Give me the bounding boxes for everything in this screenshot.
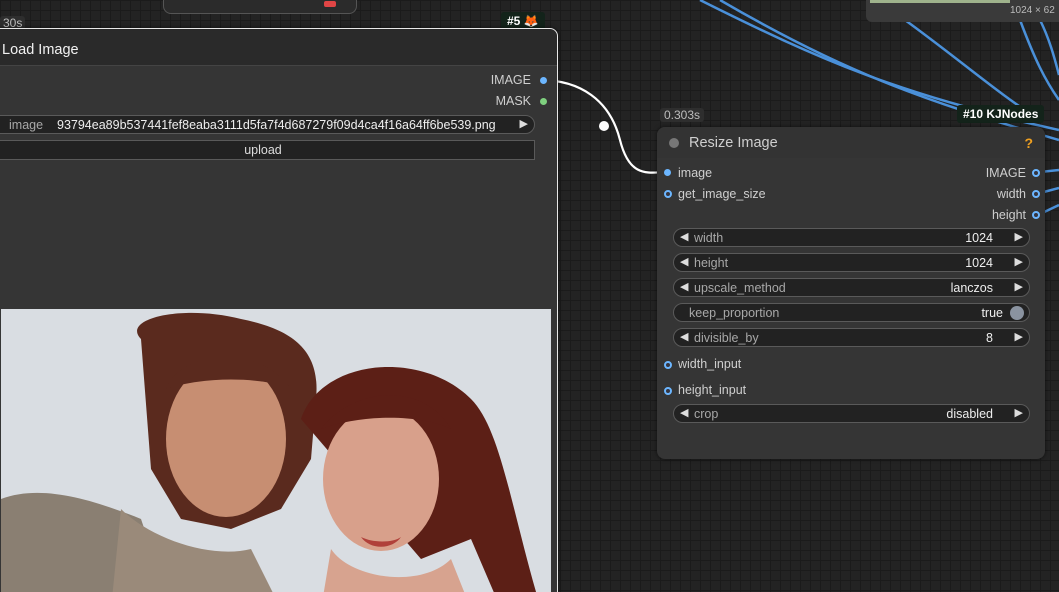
divisible-dec-arrow-icon[interactable]: ◀ (680, 330, 688, 343)
width-input-label: width_input (678, 357, 742, 371)
width-value: 1024 (965, 231, 993, 245)
crop-widget[interactable]: ◀ crop disabled ▶ (673, 404, 1030, 423)
image-widget-label: image (9, 118, 44, 132)
upscale-next-arrow-icon[interactable]: ▶ (1015, 280, 1023, 293)
graph-canvas[interactable]: 1024 × 62 30s #5 🦊 Load Image IMAGE MASK… (0, 0, 1059, 592)
width-widget[interactable]: ◀ width 1024 ▶ (673, 228, 1030, 247)
resize-timing: 0.303s (660, 108, 705, 122)
upscale-method-widget[interactable]: ◀ upscale_method lanczos ▶ (673, 278, 1030, 297)
top-toolbar-fragment[interactable] (163, 0, 357, 14)
resize-title: Resize Image (689, 135, 778, 151)
divisible-by-label: divisible_by (694, 331, 759, 345)
keep-proportion-label: keep_proportion (689, 306, 780, 320)
preview-image-strip (870, 0, 1010, 3)
image-preview (1, 309, 551, 592)
image-next-arrow-icon[interactable]: ▶ (520, 117, 528, 130)
output-width-port[interactable] (1032, 190, 1040, 198)
output-resize-image-port[interactable] (1032, 169, 1040, 177)
image-file-combo[interactable]: image 93794ea89b537441fef8eaba3111d5fa7f… (0, 115, 535, 134)
output-resize-image-label: IMAGE (985, 166, 1026, 180)
crop-next-arrow-icon[interactable]: ▶ (1015, 406, 1023, 419)
input-image-port[interactable] (664, 169, 671, 176)
preview-illustration (1, 309, 551, 592)
wire-reroute-dot (599, 121, 609, 131)
width-dec-arrow-icon[interactable]: ◀ (680, 230, 688, 243)
height-widget[interactable]: ◀ height 1024 ▶ (673, 253, 1030, 272)
preview-dims: 1024 × 62 (1010, 5, 1055, 16)
divisible-inc-arrow-icon[interactable]: ▶ (1015, 330, 1023, 343)
input-image-label: image (678, 166, 713, 180)
image-widget-value: 93794ea89b537441fef8eaba3111d5fa7f4d6872… (57, 118, 496, 132)
height-dec-arrow-icon[interactable]: ◀ (680, 255, 688, 268)
toolbar-red-icon[interactable] (324, 1, 336, 7)
height-inc-arrow-icon[interactable]: ▶ (1015, 255, 1023, 268)
wire-image-to-resize (539, 78, 669, 174)
keep-proportion-toggle[interactable]: keep_proportion true (673, 303, 1030, 322)
wire-top-4 (1018, 19, 1059, 101)
resize-badge[interactable]: #10 KJNodes (957, 105, 1045, 123)
height-label: height (694, 256, 729, 270)
upload-button[interactable]: upload (0, 140, 535, 160)
wire-top-5 (1038, 19, 1059, 76)
input-get-image-size-label: get_image_size (678, 187, 766, 201)
output-height-label: height (991, 208, 1026, 222)
output-mask-port[interactable] (540, 98, 547, 105)
output-mask-label: MASK (495, 94, 531, 108)
height-value: 1024 (965, 256, 993, 270)
output-image-label: IMAGE (490, 73, 531, 87)
help-icon[interactable]: ? (1024, 135, 1033, 151)
keep-proportion-value: true (981, 306, 1003, 320)
load-image-node[interactable]: Load Image IMAGE MASK image 93794ea89b53… (0, 28, 558, 592)
upscale-method-label: upscale_method (694, 281, 786, 295)
output-width-label: width (996, 187, 1026, 201)
resize-image-node[interactable]: Resize Image ? image get_image_size IMAG… (657, 127, 1045, 459)
load-image-header[interactable] (0, 29, 557, 66)
toggle-knob-icon[interactable] (1010, 306, 1024, 320)
upload-label: upload (244, 143, 282, 157)
divisible-by-widget[interactable]: ◀ divisible_by 8 ▶ (673, 328, 1030, 347)
divisible-by-value: 8 (986, 331, 993, 345)
crop-prev-arrow-icon[interactable]: ◀ (680, 406, 688, 419)
width-inc-arrow-icon[interactable]: ▶ (1015, 230, 1023, 243)
upscale-method-value: lanczos (950, 281, 993, 295)
width-label: width (694, 231, 724, 245)
input-height-input-port[interactable] (664, 387, 672, 395)
crop-value: disabled (946, 407, 993, 421)
crop-label: crop (694, 407, 719, 421)
preview-node-fragment[interactable]: 1024 × 62 (866, 0, 1059, 22)
output-height-port[interactable] (1032, 211, 1040, 219)
output-image-port[interactable] (540, 77, 547, 84)
upscale-prev-arrow-icon[interactable]: ◀ (680, 280, 688, 293)
input-width-input-port[interactable] (664, 361, 672, 369)
input-get-image-size-port[interactable] (664, 190, 672, 198)
collapse-dot-icon[interactable] (669, 138, 679, 148)
height-input-label: height_input (678, 383, 747, 397)
load-image-title: Load Image (2, 42, 79, 58)
